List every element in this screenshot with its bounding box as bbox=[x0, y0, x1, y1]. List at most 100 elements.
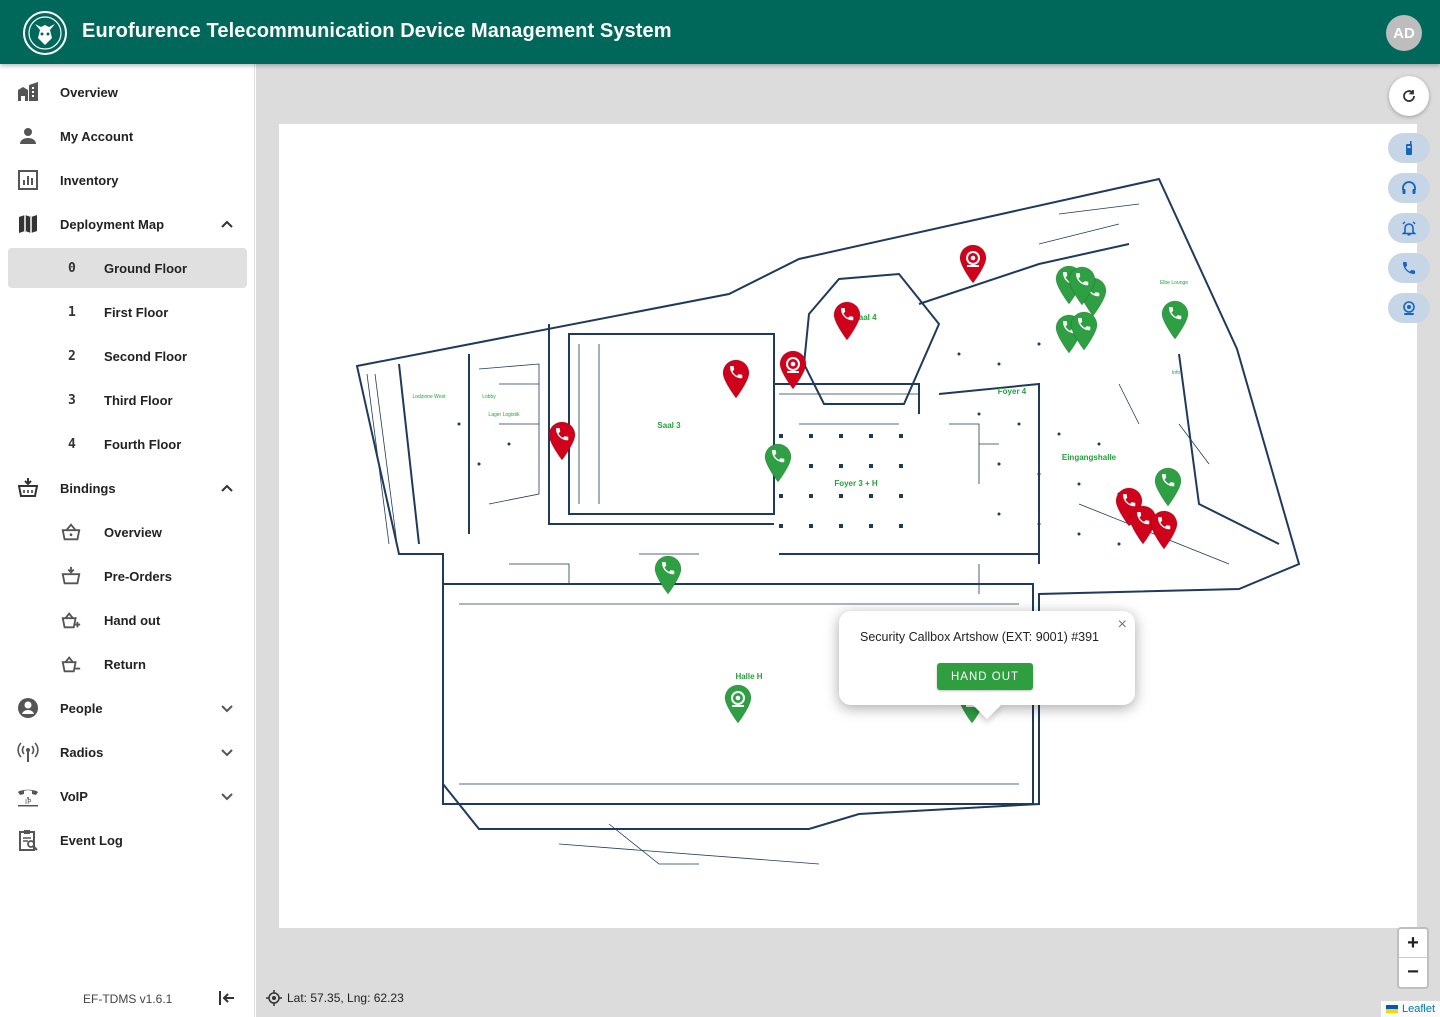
app-title: Eurofurence Telecommunication Device Man… bbox=[82, 20, 672, 42]
room-label: Foyer 3 + H bbox=[834, 479, 878, 488]
bindings-pre-orders[interactable]: Pre-Orders bbox=[8, 556, 247, 596]
room-label: Lodzione West bbox=[413, 394, 447, 400]
nav-people[interactable]: People bbox=[8, 688, 247, 728]
floor-plan: Saal 4 Foyer 4 Saal 3 Foyer 3 + H Eingan… bbox=[355, 177, 1301, 865]
phone-pin-icon bbox=[1070, 311, 1098, 351]
phone-marker[interactable] bbox=[721, 359, 751, 399]
basket-icon bbox=[61, 523, 81, 541]
attribution-link[interactable]: Leaflet bbox=[1402, 1003, 1435, 1015]
floor-item-third[interactable]: 3 Third Floor bbox=[8, 380, 247, 420]
phone-marker[interactable] bbox=[1160, 300, 1190, 340]
basket-down-icon bbox=[61, 566, 81, 585]
room-label: Saal 3 bbox=[657, 421, 681, 430]
zoom-in-button[interactable]: + bbox=[1399, 929, 1427, 958]
phone-marker[interactable] bbox=[763, 443, 793, 483]
basket-minus-icon bbox=[61, 656, 81, 673]
map-container[interactable]: Saal 4 Foyer 4 Saal 3 Foyer 3 + H Eingan… bbox=[256, 64, 1440, 1017]
bindings-overview[interactable]: Overview bbox=[8, 512, 247, 552]
floor-item-fourth[interactable]: 4 Fourth Floor bbox=[8, 424, 247, 464]
building-icon bbox=[18, 82, 38, 101]
phone-icon bbox=[1403, 262, 1415, 274]
coordinates-text: Lat: 57.35, Lng: 62.23 bbox=[287, 991, 404, 1005]
phone-pin-icon bbox=[764, 443, 792, 483]
account-circle-icon bbox=[18, 698, 38, 718]
radio-tower-icon bbox=[17, 742, 39, 762]
sidebar: Overview My Account Inventory Deployment… bbox=[0, 64, 255, 1017]
refresh-icon bbox=[1403, 90, 1415, 102]
nav-inventory[interactable]: Inventory bbox=[8, 160, 247, 200]
room-label: Lager Logistik bbox=[488, 412, 520, 418]
floor-number: 3 bbox=[68, 393, 76, 408]
phone-marker[interactable] bbox=[1069, 311, 1099, 351]
nav-bindings[interactable]: Bindings bbox=[8, 468, 247, 508]
nav-label: VoIP bbox=[60, 788, 88, 804]
floor-number: 4 bbox=[68, 437, 76, 452]
room-label: Foyer 4 bbox=[998, 387, 1027, 396]
nav-deployment-map[interactable]: Deployment Map bbox=[8, 204, 247, 244]
phone-pin-icon bbox=[1068, 266, 1096, 306]
floor-number: 0 bbox=[68, 261, 76, 276]
hand-out-button[interactable]: HAND OUT bbox=[937, 663, 1033, 690]
basket-plus-icon bbox=[61, 612, 81, 629]
phone-marker[interactable] bbox=[832, 301, 862, 341]
camera-marker[interactable] bbox=[723, 684, 753, 724]
app-bar: Eurofurence Telecommunication Device Man… bbox=[0, 0, 1440, 64]
floor-item-second[interactable]: 2 Second Floor bbox=[8, 336, 247, 376]
floor-label: Second Floor bbox=[104, 349, 188, 364]
nav-voip[interactable]: IP VoIP bbox=[8, 776, 247, 816]
phone-marker[interactable] bbox=[653, 555, 683, 595]
floor-item-first[interactable]: 1 First Floor bbox=[8, 292, 247, 332]
nav-radios[interactable]: Radios bbox=[8, 732, 247, 772]
room-label: Eingangshalle bbox=[1062, 453, 1117, 462]
collapse-sidebar-icon[interactable] bbox=[216, 987, 238, 1009]
phone-pin-icon bbox=[833, 301, 861, 341]
filter-phone-button[interactable] bbox=[1388, 253, 1430, 283]
phone-pin-icon bbox=[1150, 510, 1178, 550]
camera-marker[interactable] bbox=[958, 244, 988, 284]
bindings-hand-out[interactable]: Hand out bbox=[8, 600, 247, 640]
map-attribution[interactable]: Leaflet bbox=[1380, 1001, 1440, 1017]
phone-marker[interactable] bbox=[547, 421, 577, 461]
room-label: Info bbox=[1172, 370, 1181, 376]
floor-item-ground[interactable]: 0 Ground Floor bbox=[8, 248, 247, 288]
nav-my-account[interactable]: My Account bbox=[8, 116, 247, 156]
chevron-down-icon bbox=[221, 793, 233, 801]
chart-box-icon bbox=[18, 170, 38, 190]
floor-plan-canvas[interactable]: Saal 4 Foyer 4 Saal 3 Foyer 3 + H Eingan… bbox=[279, 124, 1417, 928]
popup-close-button[interactable]: × bbox=[1118, 617, 1127, 633]
nav-event-log[interactable]: Event Log bbox=[8, 820, 247, 860]
camera-pin-icon bbox=[959, 244, 987, 284]
zoom-control: + − bbox=[1397, 927, 1429, 989]
phone-pin-icon bbox=[1154, 467, 1182, 507]
zoom-out-button[interactable]: − bbox=[1399, 958, 1427, 987]
room-label: Lobby bbox=[482, 394, 496, 400]
logo-icon bbox=[23, 11, 67, 55]
phone-marker[interactable] bbox=[1149, 510, 1179, 550]
refresh-button[interactable] bbox=[1389, 76, 1429, 116]
phone-marker[interactable] bbox=[1153, 467, 1183, 507]
phone-marker[interactable] bbox=[1067, 266, 1097, 306]
svg-text:IP: IP bbox=[25, 798, 31, 806]
filter-camera-button[interactable] bbox=[1388, 293, 1430, 323]
ukraine-flag-icon bbox=[1385, 1005, 1398, 1013]
filter-headset-button[interactable] bbox=[1388, 173, 1430, 203]
user-avatar[interactable]: AD bbox=[1386, 15, 1422, 51]
floor-label: Third Floor bbox=[104, 393, 173, 408]
phone-pin-icon bbox=[722, 359, 750, 399]
floor-number: 1 bbox=[68, 305, 76, 320]
person-icon bbox=[20, 128, 36, 144]
bindings-return[interactable]: Return bbox=[8, 644, 247, 684]
nav-label: People bbox=[60, 700, 103, 716]
nav-label: My Account bbox=[60, 128, 134, 144]
camera-pin-icon bbox=[724, 684, 752, 724]
filter-alarm-button[interactable] bbox=[1388, 213, 1430, 243]
filter-radio-button[interactable] bbox=[1388, 133, 1430, 163]
map-icon bbox=[19, 215, 37, 233]
nav-label: Deployment Map bbox=[60, 216, 165, 232]
camera-marker[interactable] bbox=[778, 350, 808, 390]
basket-icon bbox=[17, 478, 39, 497]
nav-overview[interactable]: Overview bbox=[8, 72, 247, 112]
ip-phone-icon: IP bbox=[18, 789, 38, 807]
room-label: Elbe Lounge bbox=[1160, 280, 1188, 286]
headset-icon bbox=[1402, 181, 1416, 194]
